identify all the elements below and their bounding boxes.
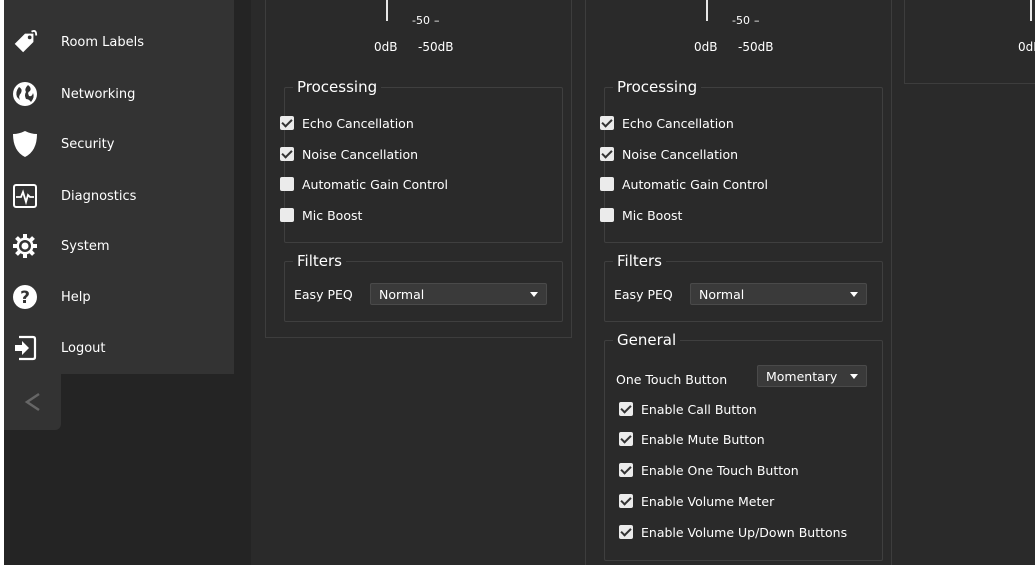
meter-tick: -50 [732,14,750,27]
checkbox[interactable] [280,208,294,222]
channel-panel-1: -50 – 0dB -50dB Processing Echo Cancella… [265,0,572,338]
mic-boost-checkbox[interactable]: Mic Boost [280,206,362,224]
easy-peq-select[interactable]: Normal [370,283,547,305]
meter-tick: -50 [412,14,430,27]
db-label-min: -50dB [418,40,454,54]
volume-meter [386,0,388,21]
checkbox-label: Automatic Gain Control [622,176,768,192]
sidebar-item-networking[interactable]: Networking [4,74,234,114]
checkbox[interactable] [600,147,614,161]
easy-peq-value: Normal [379,286,425,302]
processing-title: Processing [297,78,378,96]
processing-title: Processing [617,78,698,96]
checkbox[interactable] [280,147,294,161]
checkbox[interactable] [619,432,633,446]
checkbox[interactable] [600,177,614,191]
meter-tick-mark: – [754,14,760,27]
checkbox[interactable] [619,402,633,416]
sidebar-item-security[interactable]: Security [4,124,234,164]
checkbox[interactable] [280,116,294,130]
pulse-icon [11,182,39,210]
checkbox-label: Enable Call Button [641,401,757,417]
sidebar-item-label: Logout [61,340,106,356]
easy-peq-select[interactable]: Normal [690,283,867,305]
enable-call-button-checkbox[interactable]: Enable Call Button [619,400,757,418]
checkbox-label: Noise Cancellation [622,146,739,162]
easy-peq-value: Normal [699,286,745,302]
checkbox-label: Enable Volume Meter [641,493,775,509]
mic-boost-checkbox[interactable]: Mic Boost [600,206,682,224]
sidebar-item-logout[interactable]: Logout [4,328,234,368]
app-window: Room Labels Networking Security Diagnost… [4,0,1035,565]
checkbox-label: Enable One Touch Button [641,462,799,478]
checkbox[interactable] [280,177,294,191]
chevron-down-icon [850,373,858,379]
help-icon: ? [11,283,39,311]
noise-cancellation-checkbox[interactable]: Noise Cancellation [600,145,738,163]
echo-cancellation-checkbox[interactable]: Echo Cancellation [600,114,734,132]
sidebar-item-diagnostics[interactable]: Diagnostics [4,176,234,216]
sidebar-collapse-button[interactable] [4,374,61,430]
volume-meter [706,0,708,21]
meter-tick-mark: – [434,14,440,27]
sidebar-item-label: Diagnostics [61,188,137,204]
sidebar-item-label: Networking [61,86,136,102]
checkbox[interactable] [600,116,614,130]
noise-cancellation-checkbox[interactable]: Noise Cancellation [280,145,418,163]
sidebar: Room Labels Networking Security Diagnost… [4,0,234,374]
checkbox-label: Mic Boost [622,207,683,223]
easy-peq-label: Easy PEQ [614,287,673,302]
checkbox-label: Automatic Gain Control [302,176,448,192]
checkbox-label: Noise Cancellation [302,146,419,162]
filters-title: Filters [297,252,342,270]
globe-icon [11,80,39,108]
filters-title: Filters [617,252,662,270]
automatic-gain-control-checkbox[interactable]: Automatic Gain Control [280,175,448,193]
sidebar-item-system[interactable]: System [4,226,234,266]
gear-icon [11,232,39,260]
chevron-down-icon [530,291,538,297]
easy-peq-label: Easy PEQ [294,287,353,302]
volume-meter [1030,0,1032,21]
checkbox[interactable] [619,525,633,539]
one-touch-button-select[interactable]: Momentary [757,365,867,387]
one-touch-button-value: Momentary [766,368,838,384]
enable-mute-button-checkbox[interactable]: Enable Mute Button [619,430,765,448]
logout-icon [11,334,39,362]
one-touch-button-label: One Touch Button [616,372,728,387]
sidebar-item-label: Help [61,289,91,305]
db-label-max: 0dB [694,40,718,54]
checkbox-label: Enable Mute Button [641,431,765,447]
sidebar-item-label: Security [61,136,115,152]
checkbox[interactable] [619,494,633,508]
sidebar-item-label: Room Labels [61,34,144,50]
enable-one-touch-button-checkbox[interactable]: Enable One Touch Button [619,461,799,479]
sidebar-item-room-labels[interactable]: Room Labels [4,22,234,62]
checkbox-label: Mic Boost [302,207,363,223]
checkbox-label: Echo Cancellation [622,115,734,131]
svg-text:?: ? [20,288,30,308]
channel-panel-3: 0dB [904,0,1035,84]
chevron-down-icon [850,291,858,297]
automatic-gain-control-checkbox[interactable]: Automatic Gain Control [600,175,768,193]
checkbox[interactable] [619,463,633,477]
tag-icon [11,28,39,56]
enable-volume-meter-checkbox[interactable]: Enable Volume Meter [619,492,774,510]
checkbox-label: Echo Cancellation [302,115,414,131]
shield-icon [11,130,39,158]
checkbox[interactable] [600,208,614,222]
sidebar-item-help[interactable]: ? Help [4,277,234,317]
channel-panel-2: -50 – 0dB -50dB Processing Echo Cancella… [585,0,892,565]
general-title: General [617,331,677,349]
enable-volume-up-down-buttons-checkbox[interactable]: Enable Volume Up/Down Buttons [619,523,847,541]
db-label-min: -50dB [738,40,774,54]
echo-cancellation-checkbox[interactable]: Echo Cancellation [280,114,414,132]
chevron-left-icon [23,391,43,413]
sidebar-item-label: System [61,238,110,254]
db-label-max: 0dB [1018,40,1035,54]
checkbox-label: Enable Volume Up/Down Buttons [641,524,848,540]
db-label-max: 0dB [374,40,398,54]
